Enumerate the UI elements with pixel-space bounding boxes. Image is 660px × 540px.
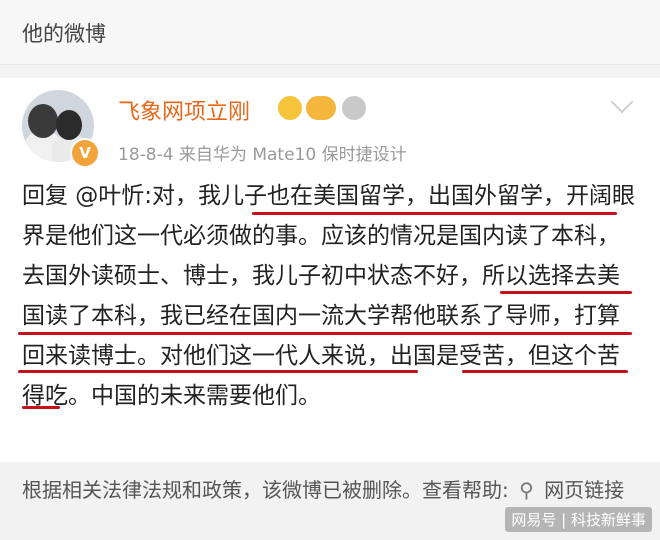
deleted-notice-text: 根据相关法律法规和政策，该微博已被删除。查看帮助: xyxy=(22,478,509,502)
highlight-underline xyxy=(18,370,418,373)
post-card: V 飞象网项立刚 18-8-4 来自华为 Mate10 保时捷设计 回复 @叶忻… xyxy=(0,78,660,463)
highlight-underline xyxy=(22,406,60,409)
highlight-underline xyxy=(462,370,628,373)
page-title: 他的微博 xyxy=(22,22,106,46)
verified-icon: V xyxy=(70,138,100,168)
highlight-underline xyxy=(252,212,617,215)
highlight-underline xyxy=(500,291,632,294)
chevron-down-icon[interactable] xyxy=(610,90,634,114)
page-header: 他的微博 xyxy=(0,0,660,65)
web-link[interactable]: 网页链接 xyxy=(544,478,624,502)
post-meta: 18-8-4 来自华为 Mate10 保时捷设计 xyxy=(118,145,407,165)
highlight-underline xyxy=(18,332,632,335)
username[interactable]: 飞象网项立刚 xyxy=(118,94,250,126)
vip-gold-badge-icon xyxy=(278,96,302,120)
fish-badge-icon xyxy=(306,96,336,120)
deleted-notice: 根据相关法律法规和政策，该微博已被删除。查看帮助: ⚲ 网页链接 网易号 | 科… xyxy=(0,462,660,540)
watermark: 网易号 | 科技新鲜事 xyxy=(505,507,652,532)
link-icon: ⚲ xyxy=(519,478,534,502)
medal-badge-icon xyxy=(342,96,366,120)
